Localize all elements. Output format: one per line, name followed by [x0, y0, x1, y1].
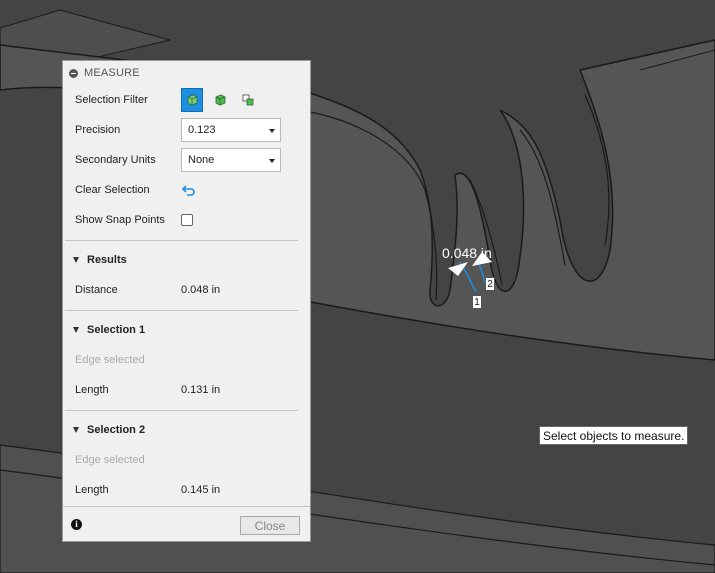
filter-component-button[interactable]: [237, 88, 259, 112]
cube-solid-icon: [215, 94, 226, 106]
point-marker-1: 1: [472, 295, 482, 309]
results-section-header[interactable]: Results: [73, 250, 127, 270]
divider: [65, 410, 298, 411]
clear-selection-label: Clear Selection: [75, 184, 150, 196]
precision-value: 0.123: [188, 124, 216, 136]
show-snap-points-label: Show Snap Points: [75, 214, 165, 226]
secondary-units-row: Secondary Units None: [75, 148, 281, 172]
selection2-type-row: Edge selected: [75, 450, 145, 470]
selection1-type: Edge selected: [75, 354, 145, 366]
component-icon: [242, 94, 254, 106]
selection1-length-label: Length: [75, 384, 109, 396]
selection1-length-row: Length 0.131 in: [75, 380, 220, 400]
info-icon[interactable]: i: [71, 519, 82, 530]
selection-filter-row: Selection Filter: [75, 88, 265, 112]
precision-select[interactable]: 0.123: [181, 118, 281, 142]
point-marker-2: 2: [485, 277, 495, 291]
show-snap-points-checkbox[interactable]: [181, 214, 193, 226]
distance-value: 0.048 in: [181, 284, 221, 296]
divider: [65, 310, 298, 311]
panel-title: MEASURE: [84, 67, 140, 79]
selection2-length-row: Length 0.145 in: [75, 480, 220, 500]
collapse-icon[interactable]: [69, 68, 78, 78]
panel-header: MEASURE: [63, 61, 310, 85]
selection1-heading: Selection 1: [87, 324, 146, 336]
divider: [65, 240, 298, 241]
cube-outline-icon: [187, 94, 198, 106]
triangle-down-icon: [73, 257, 79, 263]
selection1-length-value: 0.131 in: [181, 384, 221, 396]
tooltip: Select objects to measure.: [539, 426, 689, 445]
selection2-type: Edge selected: [75, 454, 145, 466]
chevron-down-icon: [269, 159, 275, 163]
chevron-down-icon: [269, 129, 275, 133]
measurement-distance-label: 0.048 in: [442, 245, 492, 261]
precision-row: Precision 0.123: [75, 118, 281, 142]
divider: [63, 506, 310, 507]
undo-arrow-icon[interactable]: [181, 183, 197, 197]
close-button[interactable]: Close: [240, 516, 300, 535]
filter-body-button[interactable]: [181, 88, 203, 112]
secondary-units-value: None: [188, 154, 215, 166]
selection2-length-label: Length: [75, 484, 109, 496]
triangle-down-icon: [73, 327, 79, 333]
selection1-section-header[interactable]: Selection 1: [73, 320, 145, 340]
selection1-type-row: Edge selected: [75, 350, 145, 370]
precision-label: Precision: [75, 124, 121, 136]
selection2-section-header[interactable]: Selection 2: [73, 420, 145, 440]
results-heading: Results: [87, 254, 127, 266]
selection2-length-value: 0.145 in: [181, 484, 221, 496]
measure-panel: MEASURE Selection Filter Precision 0.123: [62, 60, 311, 542]
distance-label: Distance: [75, 284, 118, 296]
show-snap-points-row: Show Snap Points: [75, 210, 193, 230]
selection-filter-label: Selection Filter: [75, 94, 148, 106]
distance-row: Distance 0.048 in: [75, 280, 220, 300]
triangle-down-icon: [73, 427, 79, 433]
clear-selection-row: Clear Selection: [75, 180, 197, 200]
filter-face-button[interactable]: [209, 88, 231, 112]
secondary-units-label: Secondary Units: [75, 154, 156, 166]
selection2-heading: Selection 2: [87, 424, 146, 436]
secondary-units-select[interactable]: None: [181, 148, 281, 172]
